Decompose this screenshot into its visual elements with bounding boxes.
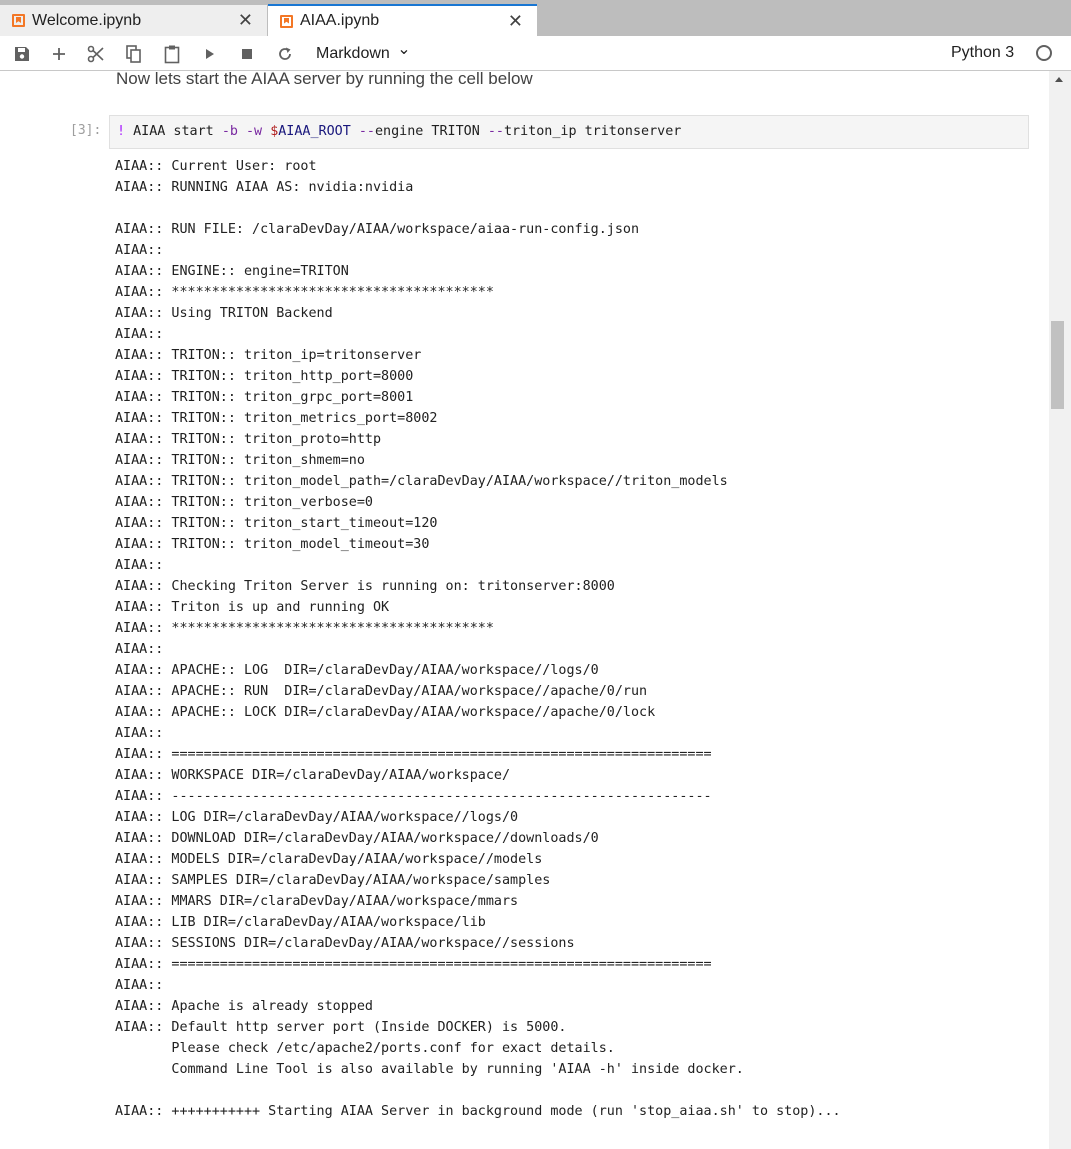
chevron-down-icon: ⌄ bbox=[397, 41, 411, 58]
paste-icon[interactable] bbox=[162, 44, 182, 64]
output-line: AIAA:: bbox=[115, 327, 164, 342]
output-line: AIAA:: Checking Triton Server is running… bbox=[115, 579, 615, 594]
save-icon[interactable] bbox=[12, 44, 32, 64]
output-line: Please check /etc/apache2/ports.conf for… bbox=[115, 1041, 615, 1056]
code-bang: ! bbox=[117, 124, 126, 139]
code-option: -b bbox=[221, 124, 238, 139]
output-line: AIAA:: TRITON:: triton_model_timeout=30 bbox=[115, 537, 430, 552]
output-line: AIAA:: TRITON:: triton_start_timeout=120 bbox=[115, 516, 438, 531]
output-line: AIAA:: WORKSPACE DIR=/claraDevDay/AIAA/w… bbox=[115, 768, 511, 783]
output-line: AIAA:: SAMPLES DIR=/claraDevDay/AIAA/wor… bbox=[115, 873, 551, 888]
output-line: AIAA:: APACHE:: LOG DIR=/claraDevDay/AIA… bbox=[115, 663, 599, 678]
code-variable: AIAA_ROOT bbox=[278, 124, 351, 139]
code-triton-ip: triton_ip tritonserver bbox=[504, 124, 682, 139]
copy-icon[interactable] bbox=[124, 44, 144, 64]
close-icon[interactable]: ✕ bbox=[238, 10, 253, 30]
close-icon[interactable]: ✕ bbox=[508, 11, 523, 31]
add-icon[interactable] bbox=[49, 44, 69, 64]
restart-icon[interactable] bbox=[275, 44, 295, 64]
output-line: AIAA:: +++++++++++ Starting AIAA Server … bbox=[115, 1104, 841, 1119]
markdown-cell-text: Now lets start the AIAA server by runnin… bbox=[116, 71, 533, 88]
output-line: AIAA:: TRITON:: triton_verbose=0 bbox=[115, 495, 373, 510]
code-engine: engine TRITON bbox=[375, 124, 488, 139]
output-line: AIAA:: TRITON:: triton_shmem=no bbox=[115, 453, 365, 468]
output-line: AIAA:: MODELS DIR=/claraDevDay/AIAA/work… bbox=[115, 852, 543, 867]
output-line: AIAA:: TRITON:: triton_http_port=8000 bbox=[115, 369, 414, 384]
cell-type-dropdown[interactable]: Markdown ⌄ bbox=[316, 41, 411, 63]
output-line: Command Line Tool is also available by r… bbox=[115, 1062, 744, 1077]
cut-icon[interactable] bbox=[86, 44, 106, 64]
output-line: AIAA:: Using TRITON Backend bbox=[115, 306, 333, 321]
output-line: AIAA:: TRITON:: triton_metrics_port=8002 bbox=[115, 411, 438, 426]
output-line: AIAA:: =================================… bbox=[115, 747, 712, 762]
output-line: AIAA:: MMARS DIR=/claraDevDay/AIAA/works… bbox=[115, 894, 519, 909]
output-line: AIAA:: RUNNING AIAA AS: nvidia:nvidia bbox=[115, 180, 414, 195]
run-icon[interactable] bbox=[200, 44, 220, 64]
output-line: AIAA:: SESSIONS DIR=/claraDevDay/AIAA/wo… bbox=[115, 936, 575, 951]
code-option: -w bbox=[246, 124, 263, 139]
output-line: AIAA:: LIB DIR=/claraDevDay/AIAA/workspa… bbox=[115, 915, 486, 930]
output-line: AIAA:: TRITON:: triton_model_path=/clara… bbox=[115, 474, 728, 489]
tab-aiaa[interactable]: AIAA.ipynb ✕ bbox=[268, 4, 537, 36]
output-line: AIAA:: bbox=[115, 726, 164, 741]
output-line: AIAA:: *********************************… bbox=[115, 285, 494, 300]
output-line: AIAA:: ---------------------------------… bbox=[115, 789, 712, 804]
code-option: -- bbox=[487, 124, 504, 139]
notebook-toolbar: Markdown ⌄ Python 3 bbox=[0, 36, 1071, 71]
cell-type-label: Markdown bbox=[316, 45, 390, 62]
code-cmd: AIAA start bbox=[125, 124, 222, 139]
output-line: AIAA:: TRITON:: triton_grpc_port=8001 bbox=[115, 390, 414, 405]
output-line: AIAA:: bbox=[115, 978, 164, 993]
output-line: AIAA:: Current User: root bbox=[115, 159, 317, 174]
tab-label: Welcome.ipynb bbox=[32, 11, 142, 29]
output-line: AIAA:: bbox=[115, 243, 164, 258]
output-line: AIAA:: Triton is up and running OK bbox=[115, 600, 390, 615]
output-line: AIAA:: bbox=[115, 642, 164, 657]
output-line: AIAA:: bbox=[115, 558, 164, 573]
tab-welcome[interactable]: Welcome.ipynb ✕ bbox=[0, 5, 268, 36]
tab-bar: Welcome.ipynb ✕ AIAA.ipynb ✕ bbox=[0, 0, 1071, 36]
output-line: AIAA:: Apache is already stopped bbox=[115, 999, 373, 1014]
cell-prompt: [3]: bbox=[70, 123, 102, 138]
scrollbar-thumb[interactable] bbox=[1051, 321, 1064, 409]
output-line: AIAA:: ENGINE:: engine=TRITON bbox=[115, 264, 349, 279]
scroll-up-arrow-icon[interactable] bbox=[1055, 77, 1063, 82]
output-line: AIAA:: *********************************… bbox=[115, 621, 494, 636]
output-line: AIAA:: TRITON:: triton_proto=http bbox=[115, 432, 382, 447]
tab-label: AIAA.ipynb bbox=[300, 12, 380, 29]
notebook-panel: Now lets start the AIAA server by runnin… bbox=[0, 71, 1049, 1149]
code-cell-input[interactable]: ! AIAA start -b -w $AIAA_ROOT --engine T… bbox=[109, 115, 1029, 149]
stop-icon[interactable] bbox=[237, 44, 257, 64]
output-line: AIAA:: TRITON:: triton_ip=tritonserver bbox=[115, 348, 422, 363]
scrollbar[interactable] bbox=[1049, 71, 1071, 1149]
output-line: AIAA:: APACHE:: RUN DIR=/claraDevDay/AIA… bbox=[115, 684, 648, 699]
output-line: AIAA:: RUN FILE: /claraDevDay/AIAA/works… bbox=[115, 222, 640, 237]
output-line: AIAA:: APACHE:: LOCK DIR=/claraDevDay/AI… bbox=[115, 705, 656, 720]
code-option: -- bbox=[358, 124, 375, 139]
kernel-name[interactable]: Python 3 bbox=[951, 44, 1014, 62]
cell-output: AIAA:: Current User: rootAIAA:: RUNNING … bbox=[115, 156, 1045, 1122]
notebook-icon bbox=[12, 14, 25, 27]
output-line: AIAA:: Default http server port (Inside … bbox=[115, 1020, 567, 1035]
output-line: AIAA:: LOG DIR=/claraDevDay/AIAA/workspa… bbox=[115, 810, 519, 825]
notebook-icon bbox=[280, 14, 293, 28]
kernel-status-icon bbox=[1036, 45, 1052, 61]
output-line: AIAA:: =================================… bbox=[115, 957, 712, 972]
output-line: AIAA:: DOWNLOAD DIR=/claraDevDay/AIAA/wo… bbox=[115, 831, 599, 846]
